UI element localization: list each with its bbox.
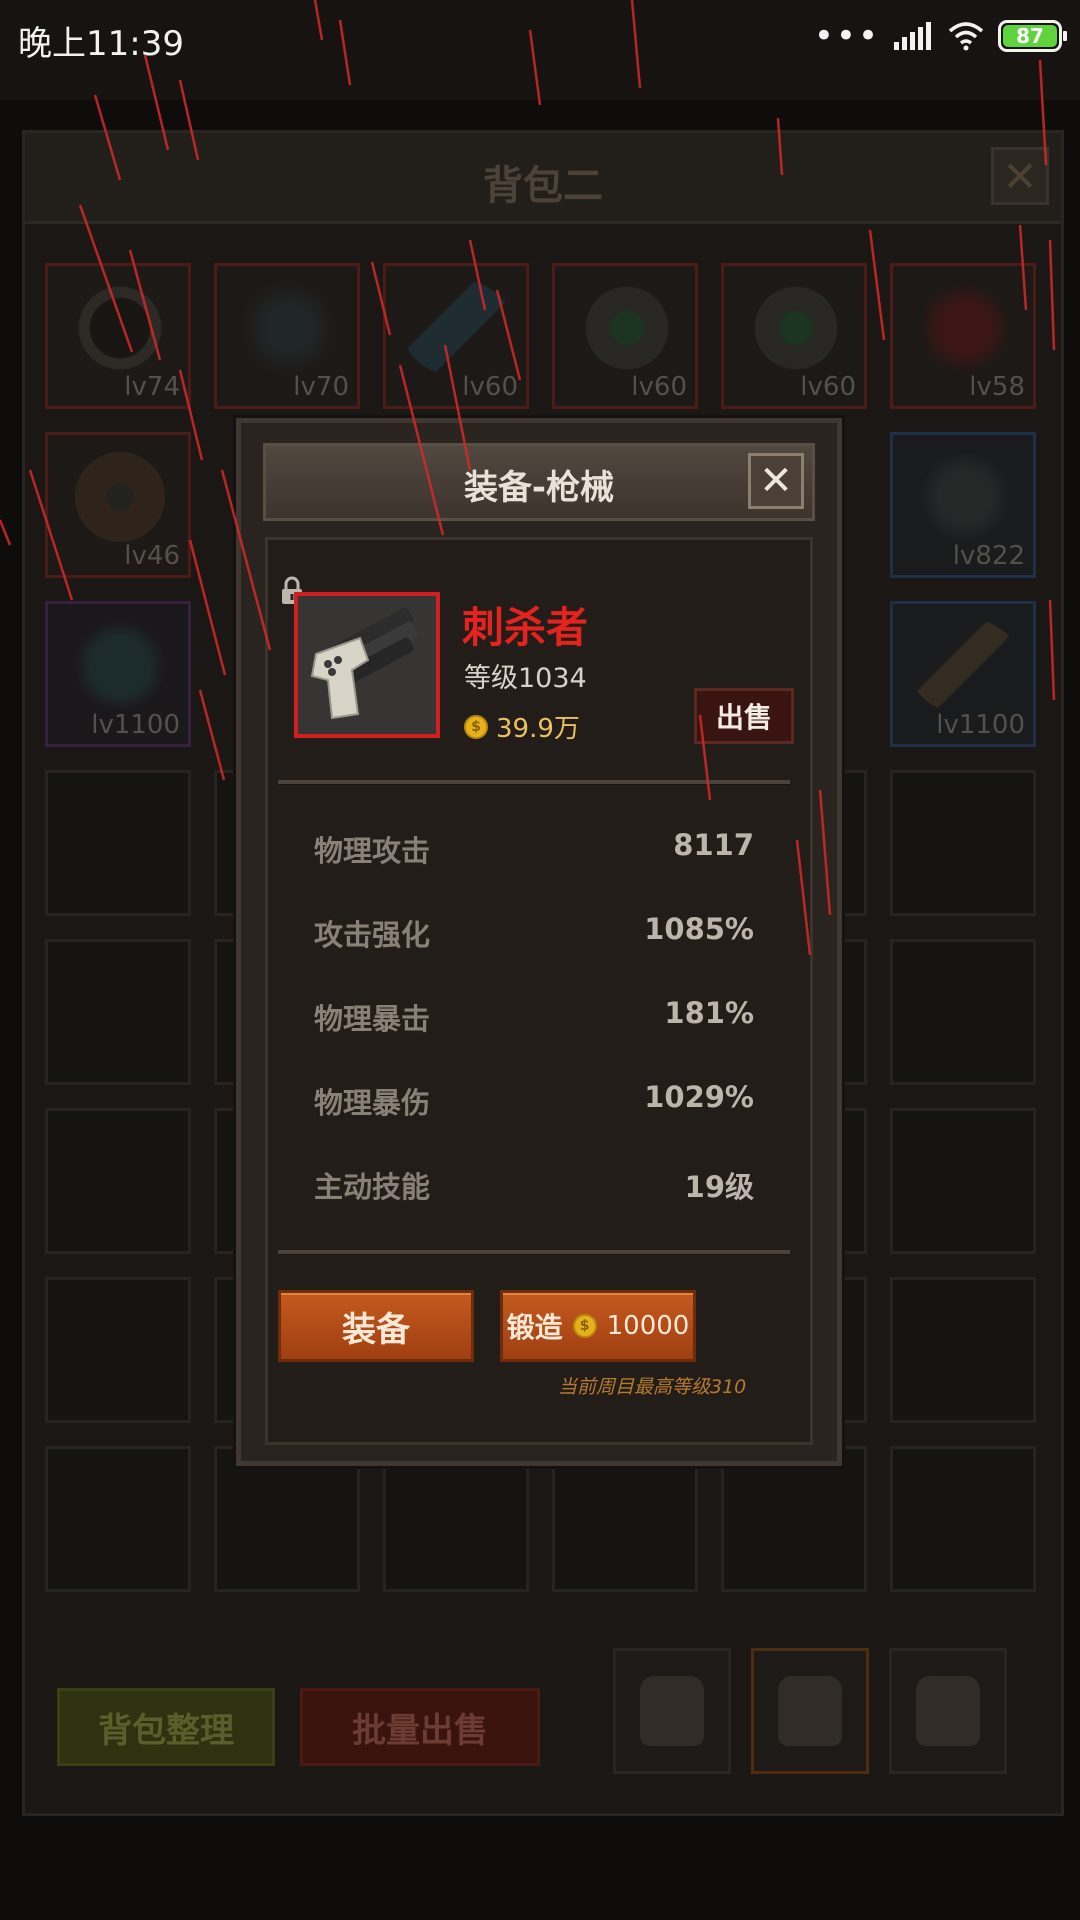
stat-label: 攻击强化 [314, 918, 431, 952]
bag-slot-empty[interactable] [890, 939, 1036, 1085]
modal-header: 装备-枪械 ✕ [263, 443, 815, 521]
stat-row: 物理攻击 8117 [314, 828, 754, 870]
bag-tab-3[interactable] [889, 1648, 1007, 1774]
slot-level: lv60 [631, 372, 687, 402]
amulet-icon [233, 280, 345, 376]
bag-slot-empty[interactable] [890, 1108, 1036, 1254]
backpack-icon [640, 1676, 704, 1746]
orb-icon [64, 618, 176, 714]
slot-level: lv1100 [936, 710, 1025, 740]
bag-close-button[interactable]: ✕ [991, 147, 1049, 205]
slot-level: lv60 [800, 372, 856, 402]
bag-slot-empty[interactable] [45, 939, 191, 1085]
bag-slot[interactable]: lv822 [890, 432, 1036, 578]
battery-icon: 87 [998, 20, 1067, 52]
bag-slot[interactable]: lv74 [45, 263, 191, 409]
modal-body: 刺杀者 等级1034 $ 39.9万 出售 物理攻击 8117 攻击强化 108… [265, 537, 813, 1445]
stat-label: 物理暴击 [314, 1002, 431, 1036]
helmet-icon [909, 449, 1021, 545]
stat-row: 攻击强化 1085% [314, 912, 754, 954]
bag-slot-empty[interactable] [45, 770, 191, 916]
bag-slot-empty[interactable] [552, 1446, 698, 1592]
bag-title: 背包二 [483, 163, 603, 209]
bag-slot[interactable]: lv58 [890, 263, 1036, 409]
bag-slot[interactable]: lv60 [552, 263, 698, 409]
emerald-ring-icon [740, 280, 852, 376]
wifi-icon [948, 22, 984, 51]
item-name: 刺杀者 [462, 603, 589, 652]
bag-slot-empty[interactable] [890, 1446, 1036, 1592]
backpack-icon [778, 1676, 842, 1746]
ring-icon [64, 280, 176, 376]
item-icon-frame[interactable] [294, 592, 440, 738]
more-dots-icon: ••• [813, 16, 880, 56]
backpack-icon [916, 1676, 980, 1746]
batch-sell-button[interactable]: 批量出售 [300, 1688, 540, 1766]
coin-icon: $ [464, 714, 488, 739]
bag-slot-empty[interactable] [383, 1446, 529, 1592]
bag-slot[interactable]: lv46 [45, 432, 191, 578]
status-icons: ••• 87 [813, 16, 1067, 56]
bag-slot-empty[interactable] [214, 1446, 360, 1592]
slot-level: lv74 [124, 372, 180, 402]
bag-tab-2[interactable] [751, 1648, 869, 1774]
signal-icon [894, 22, 931, 50]
divider [278, 1250, 790, 1255]
stat-label: 物理攻击 [314, 834, 431, 868]
slot-level: lv58 [969, 372, 1025, 402]
forge-button[interactable]: 锻造 $ 10000 [500, 1290, 696, 1362]
stat-row: 物理暴伤 1029% [314, 1080, 754, 1122]
bag-tab-1[interactable] [613, 1648, 731, 1774]
bag-slot[interactable]: lv60 [721, 263, 867, 409]
modal-title: 装备-枪械 [463, 468, 615, 508]
stat-value: 8117 [673, 828, 754, 862]
stat-value: 1085% [644, 912, 754, 946]
forge-max-level-note: 当前周目最高等级310 [558, 1376, 747, 1398]
item-price: $ 39.9万 [464, 708, 580, 745]
item-price-value: 39.9万 [496, 714, 580, 744]
bag-slot-empty[interactable] [45, 1108, 191, 1254]
feather-blade-icon [909, 618, 1021, 714]
modal-close-button[interactable]: ✕ [748, 453, 804, 509]
stat-row: 物理暴击 181% [314, 996, 754, 1038]
item-level: 等级1034 [464, 663, 587, 694]
bag-slot-empty[interactable] [721, 1446, 867, 1592]
crystal-icon [402, 280, 514, 376]
bag-slot-empty[interactable] [45, 1277, 191, 1423]
coin-icon: $ [572, 1314, 597, 1338]
slot-level: lv70 [293, 372, 349, 402]
stat-row: 主动技能 19级 [314, 1164, 754, 1206]
stat-label: 主动技能 [314, 1170, 431, 1204]
battery-level: 87 [1016, 24, 1044, 48]
status-time: 晚上11:39 [18, 24, 184, 64]
slot-level: lv46 [124, 541, 180, 571]
equipment-detail-modal: 装备-枪械 ✕ 刺杀者 等级1034 $ 39.9万 出售 物理攻击 8117 … [236, 418, 842, 1466]
bag-header: 背包二 ✕ [25, 133, 1061, 224]
bag-slot[interactable]: lv1100 [890, 601, 1036, 747]
forge-cost: 10000 [606, 1311, 690, 1341]
bag-slot-empty[interactable] [45, 1446, 191, 1592]
ruby-gauntlet-icon [909, 280, 1021, 376]
stat-value: 181% [664, 996, 754, 1030]
bag-slot-empty[interactable] [890, 1277, 1036, 1423]
stat-label: 物理暴伤 [314, 1086, 431, 1120]
slot-level: lv1100 [91, 710, 180, 740]
status-bar: 晚上11:39 ••• 87 [0, 0, 1080, 76]
bag-slot[interactable]: lv1100 [45, 601, 191, 747]
divider [278, 780, 790, 785]
slot-level: lv60 [462, 372, 518, 402]
shield-icon [64, 449, 176, 545]
equip-button[interactable]: 装备 [278, 1290, 474, 1362]
emerald-ring-icon [571, 280, 683, 376]
sort-bag-button[interactable]: 背包整理 [57, 1688, 275, 1766]
stat-value: 1029% [644, 1080, 754, 1114]
forge-label: 锻造 [506, 1311, 563, 1344]
bag-slot[interactable]: lv70 [214, 263, 360, 409]
sell-button[interactable]: 出售 [694, 688, 794, 744]
gun-icon [310, 607, 418, 720]
bag-slot[interactable]: lv60 [383, 263, 529, 409]
bag-slot-empty[interactable] [890, 770, 1036, 916]
slot-level: lv822 [952, 541, 1025, 571]
stat-value: 19级 [684, 1170, 754, 1204]
